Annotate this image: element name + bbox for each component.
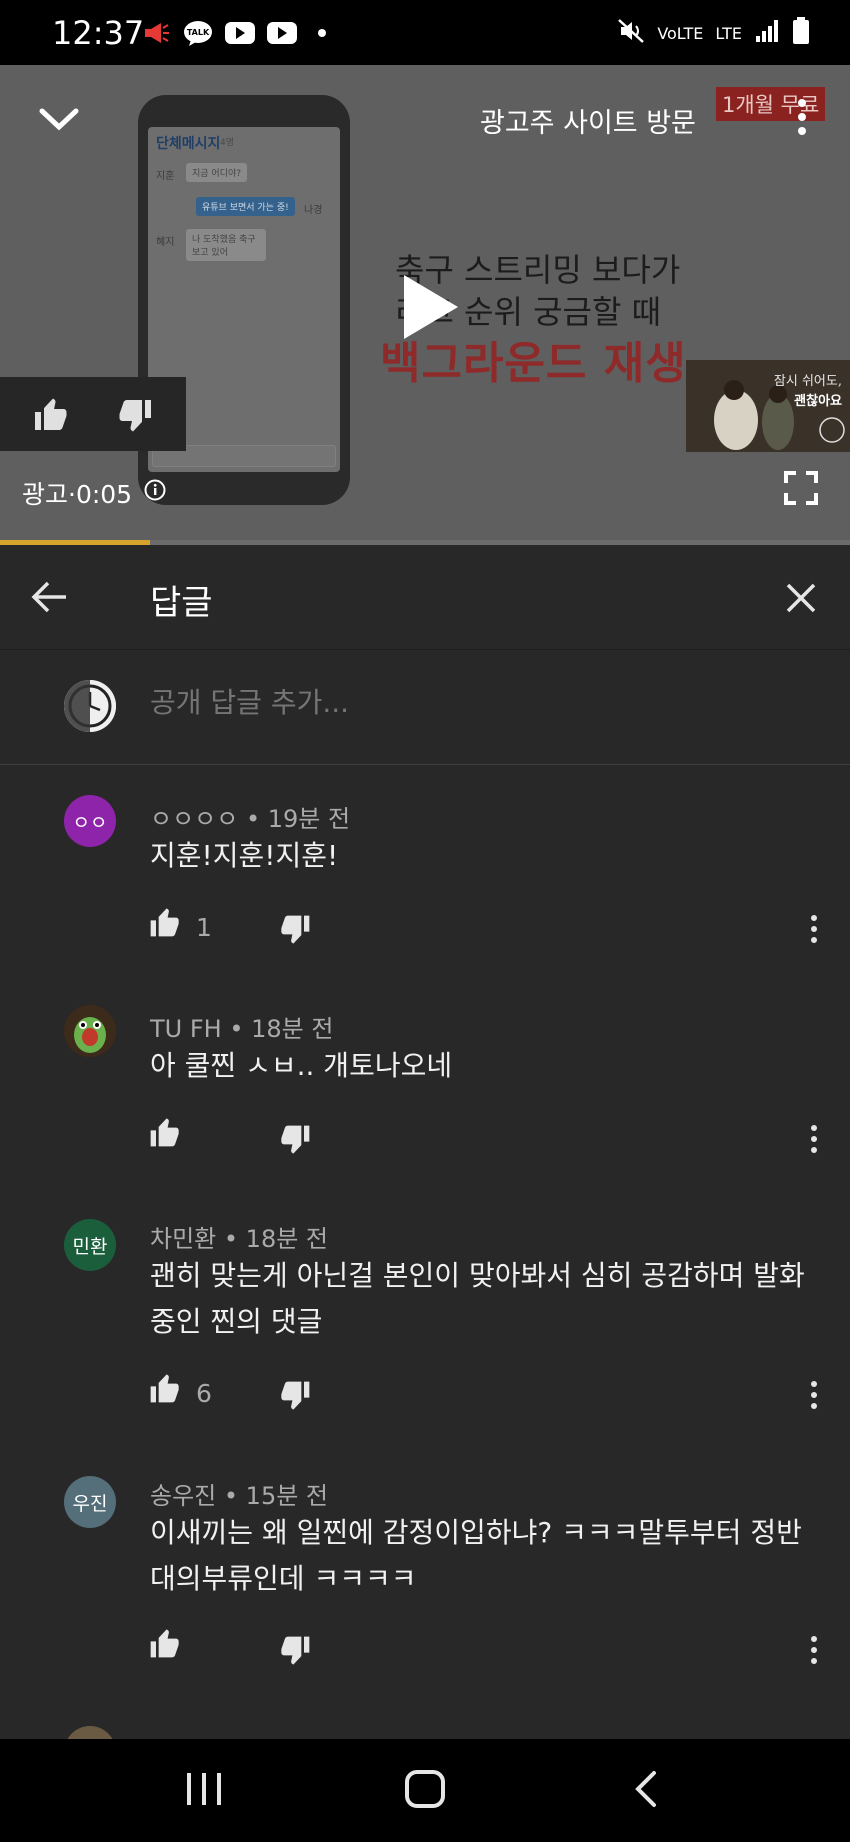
comment-author[interactable]: 송우진 [150, 1482, 216, 1510]
comment-item: 민환 차민환 • 18분 전 괜히 맞는게 아닌걸 본인이 맞아봐서 심히 공감… [0, 1185, 850, 1442]
like-count: 6 [196, 1379, 212, 1408]
fullscreen-icon[interactable] [784, 471, 818, 505]
comment-avatar[interactable] [64, 1005, 116, 1057]
signal-icon [754, 18, 780, 48]
ad-thumbnail-caption: 괜찮아요 [794, 394, 842, 409]
close-icon[interactable] [784, 581, 818, 615]
comment-time: 18분 전 [245, 1225, 328, 1253]
collapse-chevron-icon[interactable] [36, 99, 82, 139]
comment-author[interactable]: ㅇㅇㅇㅇ [150, 805, 238, 833]
phone-chat-name: 나경 [304, 205, 323, 216]
recents-icon[interactable] [185, 1771, 223, 1807]
phone-chat-bubble: 나 도착했음 축구 보고 있어 [186, 229, 266, 261]
comment-item: TU FH • 18분 전 아 쿨찐 ㅅㅂ.. 개토나오네 [0, 975, 850, 1185]
thumbs-up-icon[interactable] [32, 397, 68, 433]
like-count: 1 [196, 913, 212, 942]
more-options-icon[interactable] [790, 95, 814, 139]
phone-chat-name: 혜지 [156, 237, 175, 248]
comment-author[interactable]: TU FH [150, 1015, 222, 1043]
comment-meta: ㅇㅇㅇㅇ • 19분 전 [150, 805, 351, 833]
thumbs-up-icon[interactable] [148, 907, 184, 943]
phone-chat-count: 4명 [220, 138, 235, 148]
comment-avatar-partial [64, 1726, 116, 1739]
comment-avatar[interactable]: ㅇㅇ [64, 795, 116, 847]
info-icon[interactable] [144, 479, 166, 501]
youtube-icon [266, 20, 298, 46]
comment-text: 아 쿨찐 ㅅㅂ.. 개토나오네 [150, 1049, 453, 1082]
comment-meta: TU FH • 18분 전 [150, 1015, 334, 1043]
comment-meta: 차민환 • 18분 전 [150, 1225, 328, 1253]
user-avatar [64, 680, 116, 732]
status-bar: 12:37 TALK VoLTE LTE [0, 0, 850, 65]
thumbs-down-icon[interactable] [280, 1379, 316, 1415]
thumbs-down-icon[interactable] [280, 1634, 316, 1670]
comment-avatar[interactable]: 우진 [64, 1476, 116, 1528]
thumbs-up-icon[interactable] [148, 1373, 184, 1409]
visit-advertiser-link[interactable]: 광고주 사이트 방문 [480, 101, 696, 140]
more-options-icon[interactable] [800, 913, 828, 949]
comment-time: 19분 전 [267, 805, 351, 833]
comment-item: ㅇㅇ ㅇㅇㅇㅇ • 19분 전 지훈!지훈!지훈! 1 [0, 765, 850, 975]
phone-chat-name: 지훈 [156, 171, 175, 182]
comment-text: 괜히 맞는게 아닌걸 본인이 맞아봐서 심히 공감하며 발화중인 찐의 댓글 [150, 1259, 805, 1338]
megaphone-icon [140, 20, 172, 46]
ad-companion-thumbnail[interactable]: 잠시 쉬어도, 괜찮아요 [686, 360, 850, 452]
more-options-icon[interactable] [800, 1123, 828, 1159]
play-icon[interactable] [400, 273, 460, 341]
lte-label: LTE [715, 23, 742, 43]
volte-label: VoLTE [657, 23, 704, 43]
kakaotalk-icon: TALK [182, 20, 214, 46]
video-player[interactable]: 단체메시지 4명 지훈 지금 어디야? 유튜브 보면서 가는 중! 나경 혜지 … [0, 65, 850, 540]
thumbs-up-icon[interactable] [148, 1628, 184, 1664]
comment-author[interactable]: 차민환 [150, 1225, 216, 1253]
replies-title: 답글 [150, 583, 213, 623]
more-options-icon[interactable] [800, 1379, 828, 1415]
thumbs-down-icon[interactable] [118, 397, 154, 433]
youtube-icon [224, 20, 256, 46]
home-icon[interactable] [404, 1769, 446, 1809]
comment-avatar[interactable]: 민환 [64, 1219, 116, 1271]
phone-chat-bubble: 유튜브 보면서 가는 중! [196, 197, 295, 216]
thumbs-down-icon[interactable] [280, 1123, 316, 1159]
back-arrow-icon[interactable] [30, 579, 70, 615]
comment-text: 이새끼는 왜 일찐에 감정이입하냐? ㅋㅋㅋ말투부터 정반대의부류인데 ㅋㅋㅋㅋ [150, 1516, 802, 1595]
kakaotalk-label: TALK [187, 28, 210, 37]
comment-time: 18분 전 [251, 1015, 334, 1043]
ad-thumbnail-caption: 잠시 쉬어도, [773, 374, 842, 389]
thumbs-down-icon[interactable] [280, 913, 316, 949]
thumbs-up-icon[interactable] [148, 1117, 184, 1153]
add-reply-input[interactable] [150, 686, 750, 719]
phone-chat-title: 단체메시지 [156, 136, 221, 152]
status-time: 12:37 [52, 14, 145, 52]
mute-icon [617, 18, 645, 48]
replies-header: 답글 [0, 545, 850, 650]
comment-text: 지훈!지훈!지훈! [150, 839, 339, 872]
add-reply-row [0, 650, 850, 765]
phone-chat-bubble: 지금 어디야? [186, 163, 248, 182]
more-options-icon[interactable] [800, 1634, 828, 1670]
back-icon[interactable] [632, 1769, 660, 1809]
comment-meta: 송우진 • 15분 전 [150, 1482, 328, 1510]
battery-icon [792, 17, 810, 49]
ad-feedback-panel [0, 377, 186, 451]
system-nav-bar [0, 1739, 850, 1842]
comment-time: 15분 전 [245, 1482, 328, 1510]
comment-item: 우진 송우진 • 15분 전 이새끼는 왜 일찐에 감정이입하냐? ㅋㅋㅋ말투부… [0, 1442, 850, 1699]
ad-time-label: 광고·0:05 [22, 480, 133, 509]
notification-dot-icon [318, 29, 326, 37]
